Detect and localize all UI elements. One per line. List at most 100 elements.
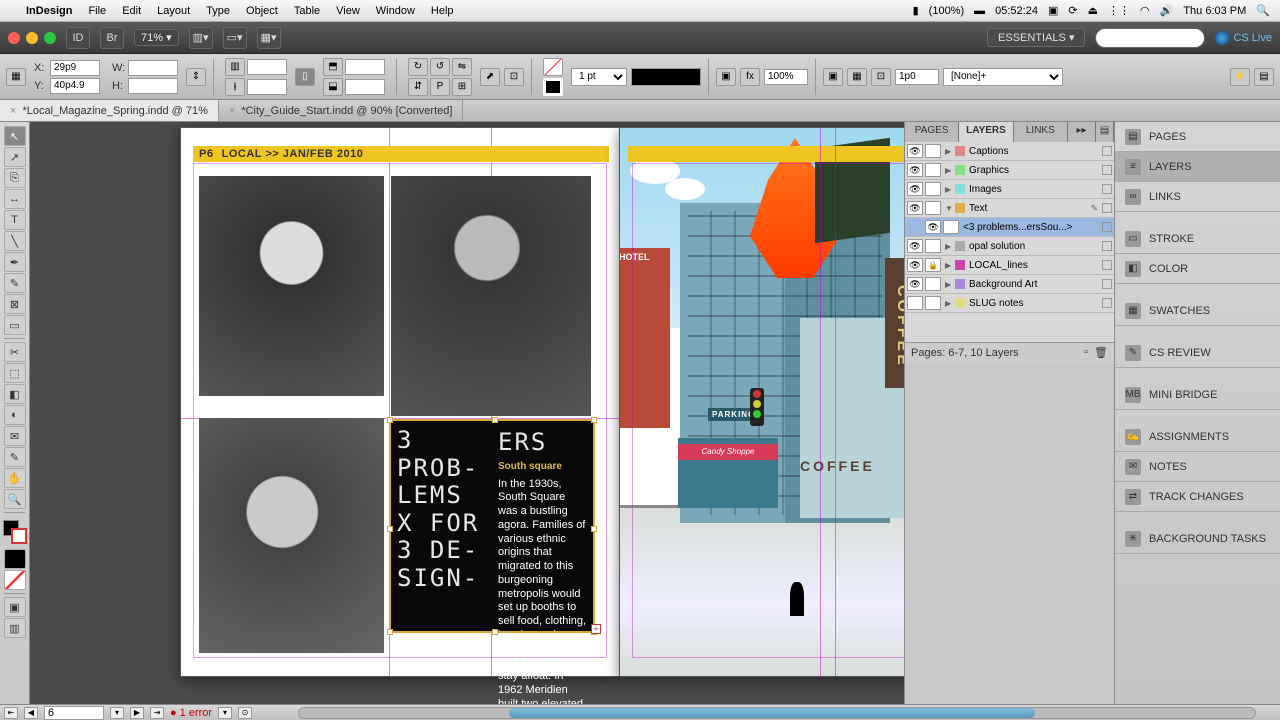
scissors-tool[interactable]: ✂ bbox=[4, 342, 26, 362]
disclosure-triangle[interactable] bbox=[945, 145, 955, 157]
eyedropper-tool[interactable]: ✎ bbox=[4, 447, 26, 467]
quick-apply-icon[interactable]: ⚡ bbox=[1230, 68, 1250, 86]
view-mode-preview[interactable]: ▥ bbox=[4, 618, 26, 638]
panel-tab-pages[interactable]: PAGES bbox=[905, 122, 959, 142]
page-right[interactable]: HOTEL COFFEE PARKING Candy Shoppe COFFEE… bbox=[619, 127, 904, 677]
frame-handle[interactable] bbox=[591, 526, 597, 532]
stroke-style-field[interactable] bbox=[631, 68, 701, 86]
disclosure-triangle[interactable] bbox=[945, 240, 955, 252]
frame-handle[interactable] bbox=[492, 629, 498, 635]
visibility-toggle[interactable]: 👁 bbox=[907, 277, 923, 291]
volume-icon[interactable]: 🔊 bbox=[1160, 4, 1174, 17]
rotate-90cw-icon[interactable]: ↻ bbox=[408, 58, 428, 76]
panel-tab-layers[interactable]: LAYERS bbox=[959, 122, 1013, 142]
menu-table[interactable]: Table bbox=[294, 5, 320, 17]
panel-button-pages[interactable]: ▤PAGES bbox=[1115, 122, 1280, 152]
view-options-button[interactable]: ▥▾ bbox=[189, 27, 213, 49]
layer-row[interactable]: 👁opal solution bbox=[905, 237, 1114, 256]
constrain-proportions-icon[interactable]: ⇕ bbox=[186, 68, 206, 86]
layer-proxy[interactable] bbox=[1102, 260, 1112, 270]
y-field[interactable] bbox=[50, 78, 100, 94]
layer-row[interactable]: 👁Text✎ bbox=[905, 199, 1114, 218]
disclosure-triangle[interactable] bbox=[945, 297, 955, 309]
select-content-icon[interactable]: ⊡ bbox=[504, 68, 524, 86]
menu-object[interactable]: Object bbox=[246, 5, 278, 17]
disclosure-triangle[interactable] bbox=[945, 164, 955, 176]
running-header-right[interactable] bbox=[628, 146, 904, 162]
lock-toggle[interactable] bbox=[925, 201, 941, 215]
visibility-toggle[interactable]: 👁 bbox=[907, 163, 923, 177]
layer-row[interactable]: 👁🔒LOCAL_lines bbox=[905, 256, 1114, 275]
layer-proxy[interactable] bbox=[1102, 184, 1112, 194]
drop-shadow-icon[interactable]: ▣ bbox=[716, 68, 736, 86]
help-search-input[interactable] bbox=[1095, 28, 1205, 48]
visibility-toggle[interactable]: 👁 bbox=[925, 220, 941, 234]
close-tab-icon[interactable]: × bbox=[10, 105, 16, 117]
stroke-swatch[interactable] bbox=[543, 78, 563, 96]
window-minimize[interactable] bbox=[26, 32, 38, 44]
reference-point-proxy[interactable]: ▦ bbox=[6, 68, 26, 86]
layer-row[interactable]: 👁Captions bbox=[905, 142, 1114, 161]
menu-help[interactable]: Help bbox=[431, 5, 454, 17]
window-close[interactable] bbox=[8, 32, 20, 44]
overset-text-icon[interactable]: + bbox=[591, 624, 601, 634]
running-header[interactable]: P6 LOCAL >> JAN/FEB 2010 bbox=[193, 146, 609, 162]
rotate-90ccw-icon[interactable]: ↺ bbox=[430, 58, 450, 76]
new-layer-icon[interactable]: ▫ bbox=[1084, 346, 1088, 359]
panel-button-cs-review[interactable]: ✎CS REVIEW bbox=[1115, 338, 1280, 368]
rectangle-tool[interactable]: ▭ bbox=[4, 315, 26, 335]
panel-button-track-changes[interactable]: ⇄TRACK CHANGES bbox=[1115, 482, 1280, 512]
zoom-tool[interactable]: 🔍 bbox=[4, 489, 26, 509]
disclosure-triangle[interactable] bbox=[945, 259, 955, 271]
arrange-documents-button[interactable]: ▦▾ bbox=[257, 27, 281, 49]
menu-layout[interactable]: Layout bbox=[157, 5, 190, 17]
frame-fitting-icon[interactable]: ⊡ bbox=[871, 68, 891, 86]
panel-button-stroke[interactable]: ▭STROKE bbox=[1115, 224, 1280, 254]
page-left[interactable]: P6 LOCAL >> JAN/FEB 2010 3 PROB-LEMS X F… bbox=[180, 127, 620, 677]
layer-proxy[interactable] bbox=[1102, 222, 1112, 232]
spotlight-icon[interactable]: 🔍 bbox=[1256, 4, 1270, 17]
hand-tool[interactable]: ✋ bbox=[4, 468, 26, 488]
page-dropdown-icon[interactable]: ▾ bbox=[110, 707, 124, 719]
h-field[interactable] bbox=[128, 78, 178, 94]
frame-handle[interactable] bbox=[492, 417, 498, 423]
zoom-level-dropdown[interactable]: 71% ▾ bbox=[134, 29, 179, 46]
lock-toggle[interactable] bbox=[943, 220, 959, 234]
document-tab-1[interactable]: ×*Local_Magazine_Spring.indd @ 71% bbox=[0, 100, 219, 121]
gradient-feather-tool[interactable]: ◐ bbox=[4, 405, 26, 425]
clock-text[interactable]: Thu 6:03 PM bbox=[1183, 5, 1246, 17]
disclosure-triangle[interactable] bbox=[945, 183, 955, 195]
wrap-bound-icon[interactable]: ▦ bbox=[847, 68, 867, 86]
eject-icon[interactable]: ⏏ bbox=[1088, 4, 1098, 17]
select-container-icon[interactable]: ⬈ bbox=[480, 68, 500, 86]
lock-toggle[interactable] bbox=[925, 182, 941, 196]
lock-toggle[interactable] bbox=[925, 163, 941, 177]
layer-proxy[interactable] bbox=[1102, 279, 1112, 289]
lock-toggle[interactable] bbox=[925, 277, 941, 291]
layer-proxy[interactable] bbox=[1102, 146, 1112, 156]
rectangle-frame-tool[interactable]: ⊠ bbox=[4, 294, 26, 314]
visibility-toggle[interactable]: 👁 bbox=[907, 258, 923, 272]
scrollbar-thumb[interactable] bbox=[509, 708, 1035, 718]
menu-type[interactable]: Type bbox=[206, 5, 230, 17]
layer-list[interactable]: 👁Captions👁Graphics👁Images👁Text✎👁<3 probl… bbox=[905, 142, 1114, 342]
panel-button-notes[interactable]: ✉NOTES bbox=[1115, 452, 1280, 482]
p-icon[interactable]: P bbox=[430, 78, 450, 96]
gutter-field[interactable] bbox=[247, 79, 287, 95]
note-tool[interactable]: ✉ bbox=[4, 426, 26, 446]
horizontal-scrollbar[interactable] bbox=[298, 707, 1256, 719]
photo-frame-man-1[interactable] bbox=[391, 176, 591, 416]
document-canvas[interactable]: P6 LOCAL >> JAN/FEB 2010 3 PROB-LEMS X F… bbox=[30, 122, 904, 704]
view-mode-normal[interactable]: ▣ bbox=[4, 597, 26, 617]
apply-none[interactable] bbox=[4, 570, 26, 590]
selected-text-frame[interactable]: 3 PROB-LEMS X FOR 3 DE-SIGN- ERS South s… bbox=[391, 421, 593, 631]
photo-frame-woman[interactable] bbox=[199, 176, 384, 396]
panel-button-layers[interactable]: ≡LAYERS bbox=[1115, 152, 1280, 182]
panel-button-background-tasks[interactable]: ✳BACKGROUND TASKS bbox=[1115, 524, 1280, 554]
app-name[interactable]: InDesign bbox=[26, 5, 72, 17]
cs-live-button[interactable]: CS Live bbox=[1215, 31, 1272, 45]
prev-spread-icon[interactable]: ◀ bbox=[24, 707, 38, 719]
lock-toggle[interactable] bbox=[925, 239, 941, 253]
workspace-switcher[interactable]: ESSENTIALS ▾ bbox=[987, 28, 1085, 47]
layer-proxy[interactable] bbox=[1102, 241, 1112, 251]
